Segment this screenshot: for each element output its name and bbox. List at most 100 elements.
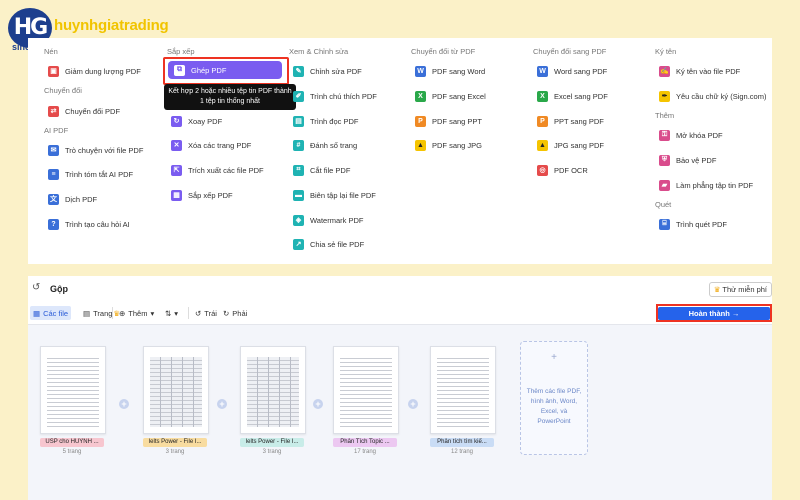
menu-item-redact[interactable]: ▬ Biên tập lại file PDF — [293, 186, 376, 204]
file-card[interactable]: Ielts Power - File I... 3 trang — [240, 346, 306, 455]
menu-item-annotate[interactable]: ✐ Trình chú thích PDF — [293, 87, 377, 105]
file-card[interactable]: USP cho HUỲNH ... 5 trang — [40, 346, 106, 455]
file-page-count: 3 trang — [262, 449, 282, 455]
menu-item-delete-pages[interactable]: ✕ Xóa các trang PDF — [171, 136, 251, 154]
menu-item-page-number[interactable]: # Đánh số trang — [293, 136, 357, 154]
file-card[interactable]: Phân Tích Topic ... 17 trang — [333, 346, 399, 455]
merge-tooltip: Kết hợp 2 hoặc nhiều tệp tin PDF thành 1… — [164, 84, 296, 110]
add-files-dropzone[interactable]: + Thêm các file PDF, hình ảnh, Word, Exc… — [520, 341, 588, 455]
insert-plus-icon[interactable]: + — [408, 399, 418, 409]
menu-item-rotate[interactable]: ↻ Xoay PDF — [171, 112, 222, 130]
free-trial-button[interactable]: ♛ Thử miễn phí — [708, 282, 772, 297]
file-page-count: 3 trang — [165, 449, 185, 455]
word-icon: W — [415, 65, 426, 77]
menu-item-jpg-to-pdf[interactable]: ▲ JPG sang PDF — [537, 136, 604, 154]
section-header-more: Thêm — [655, 111, 675, 120]
file-card[interactable]: Phân tích tìm kiế... 12 trang — [430, 346, 496, 455]
section-header-edit: Xem & Chỉnh sửa — [289, 47, 349, 56]
menu-item-translate[interactable]: 文 Dịch PDF — [48, 190, 97, 208]
menu-item-pdf-to-excel[interactable]: X PDF sang Excel — [415, 87, 486, 105]
merge-panel: ↺ Gộp ♛ Thử miễn phí ▦ Các file ▤ Trang ♛ ⊕… — [28, 276, 772, 500]
menu-item-flatten[interactable]: ▰ Làm phẳng tập tin PDF — [659, 176, 753, 194]
jpg-icon: ▲ — [415, 139, 426, 151]
redact-icon: ▬ — [293, 189, 304, 201]
section-header-scan: Quét — [655, 200, 672, 209]
ocr-icon: ◎ — [537, 164, 548, 176]
pages-view-icon: ▤ — [83, 308, 91, 318]
jpg-icon: ▲ — [537, 139, 548, 151]
insert-plus-icon[interactable]: + — [217, 399, 227, 409]
done-button[interactable]: Hoàn thành → — [658, 307, 770, 320]
share-icon: ↗ — [293, 238, 304, 250]
menu-item-edit[interactable]: ✎ Chỉnh sửa PDF — [293, 62, 362, 80]
file-card[interactable]: Ielts Power - File I... 3 trang — [143, 346, 209, 455]
insert-plus-icon[interactable]: + — [119, 399, 129, 409]
spreadsheet-preview — [247, 357, 299, 427]
ppt-icon: P — [537, 115, 548, 127]
menu-item-excel-to-pdf[interactable]: X Excel sang PDF — [537, 87, 608, 105]
menu-item-convert[interactable]: ⇄ Chuyển đổi PDF — [48, 102, 120, 120]
add-button[interactable]: ⊕ Thêm ▾ — [116, 306, 157, 320]
menu-item-pdf-to-ppt[interactable]: P PDF sang PPT — [415, 112, 482, 130]
file-page-count: 17 trang — [353, 449, 377, 455]
file-name: Phân tích tìm kiế... — [430, 438, 494, 447]
chevron-down-icon: ▾ — [174, 308, 179, 318]
menu-item-request-sign[interactable]: ✒ Yêu cầu chữ ký (Sign.com) — [659, 87, 766, 105]
menu-item-pdf-to-jpg[interactable]: ▲ PDF sang JPG — [415, 136, 482, 154]
file-name: USP cho HUỲNH ... — [40, 438, 104, 447]
section-header-compress: Nén — [44, 47, 58, 56]
sort-icon: ⇅ — [165, 308, 172, 318]
excel-icon: X — [537, 90, 548, 102]
menu-item-organize[interactable]: ▦ Sắp xếp PDF — [171, 186, 233, 204]
menu-item-quiz[interactable]: ? Trình tạo câu hỏi AI — [48, 215, 130, 233]
menu-item-share[interactable]: ↗ Chia sẻ file PDF — [293, 235, 364, 253]
file-thumbnail — [143, 346, 209, 434]
page-number-icon: # — [293, 139, 304, 151]
compress-icon: ▣ — [48, 65, 59, 77]
file-thumbnail — [430, 346, 496, 434]
crown-icon: ♛ — [713, 285, 721, 294]
file-thumbnail — [333, 346, 399, 434]
section-header-organize: Sắp xếp — [167, 47, 195, 56]
protect-icon: ⛨ — [659, 154, 670, 166]
files-view-icon: ▦ — [33, 308, 41, 318]
menu-item-crop[interactable]: ⌗ Cắt file PDF — [293, 161, 350, 179]
menu-item-summary[interactable]: ≡ Trình tóm tắt AI PDF — [48, 165, 133, 183]
translate-icon: 文 — [48, 193, 59, 205]
menu-item-scan[interactable]: ⌸ Trình quét PDF — [659, 215, 727, 233]
menu-item-merge[interactable]: ⧉ Ghép PDF — [168, 61, 282, 79]
add-icon: ⊕ — [119, 308, 126, 318]
menu-item-sign[interactable]: ✍ Ký tên vào file PDF — [659, 62, 740, 80]
document-preview — [340, 355, 392, 427]
menu-item-protect[interactable]: ⛨ Bảo vệ PDF — [659, 151, 716, 169]
unlock-icon: ⚿ — [659, 129, 670, 141]
dropzone-text: Thêm các file PDF, hình ảnh, Word, Excel… — [526, 388, 582, 425]
section-header-from-pdf: Chuyển đổi từ PDF — [411, 47, 476, 56]
delete-pages-icon: ✕ — [171, 139, 182, 151]
menu-item-pdf-to-word[interactable]: W PDF sang Word — [415, 62, 485, 80]
edit-icon: ✎ — [293, 65, 304, 77]
menu-item-ppt-to-pdf[interactable]: P PPT sang PDF — [537, 112, 604, 130]
watermark-icon: ◈ — [293, 214, 304, 226]
menu-item-reader[interactable]: ▤ Trình đọc PDF — [293, 112, 359, 130]
menu-item-compress[interactable]: ▣ Giảm dung lượng PDF — [48, 62, 141, 80]
menu-item-unlock[interactable]: ⚿ Mở khóa PDF — [659, 126, 723, 144]
quiz-icon: ? — [48, 218, 59, 230]
toolbar-divider — [188, 307, 189, 319]
file-thumbnail — [40, 346, 106, 434]
menu-item-watermark[interactable]: ◈ Watermark PDF — [293, 211, 363, 229]
menu-item-word-to-pdf[interactable]: W Word sang PDF — [537, 62, 607, 80]
files-view-button[interactable]: ▦ Các file — [30, 306, 72, 320]
organize-icon: ▦ — [171, 189, 182, 201]
rotate-right-button[interactable]: ↻ Phải — [220, 306, 250, 320]
insert-plus-icon[interactable]: + — [313, 399, 323, 409]
menu-item-extract[interactable]: ⇱ Trích xuất các file PDF — [171, 161, 264, 179]
sort-button[interactable]: ⇅ ▾ — [162, 306, 181, 320]
rotate-left-button[interactable]: ↺ Trái — [192, 306, 220, 320]
menu-item-ocr[interactable]: ◎ PDF OCR — [537, 161, 588, 179]
merge-topbar: ↺ Gộp ♛ Thử miễn phí — [28, 276, 772, 303]
crop-icon: ⌗ — [293, 164, 304, 176]
undo-icon[interactable]: ↺ — [32, 282, 40, 293]
menu-item-chat[interactable]: ✉ Trò chuyện với file PDF — [48, 141, 143, 159]
tools-menu: Nén ▣ Giảm dung lượng PDF Chuyển đổi ⇄ Chu… — [28, 38, 772, 264]
